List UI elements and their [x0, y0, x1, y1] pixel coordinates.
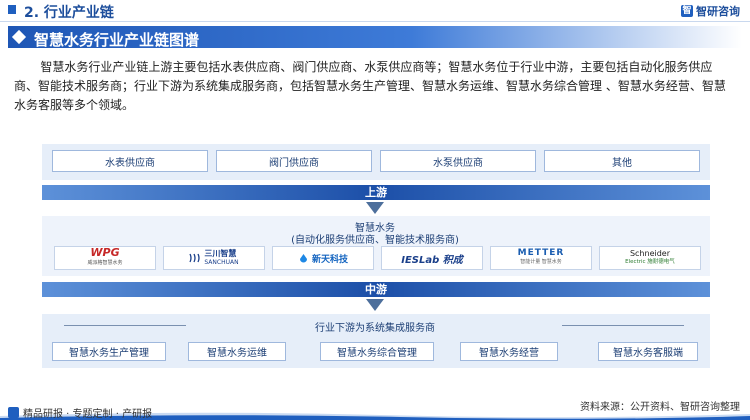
upstream-item-water-meter: 水表供应商 — [52, 150, 208, 172]
brand-logo: 智 智研咨询 — [681, 3, 740, 19]
midstream-subtitle: (自动化服务供应商、智能技术服务商) — [291, 235, 459, 246]
section-header: 2. 行业产业链 智 智研咨询 — [0, 0, 750, 22]
company-logo-ieslab: IESLab 积成 — [381, 246, 483, 270]
company-logo-metter: METTER 智能计量 智慧水务 — [490, 246, 592, 270]
downstream-title: 行业下游为系统集成服务商 — [315, 323, 435, 334]
downstream-item-integrated-mgmt: 智慧水务综合管理 — [320, 342, 434, 361]
sanchuan-logo-sub: SANCHUAN — [204, 259, 239, 266]
downstream-item-customer-service: 智慧水务客服端 — [598, 342, 698, 361]
xintian-drop-icon — [299, 253, 307, 262]
down-arrow-icon — [366, 202, 384, 214]
footer: 资料来源：公开资料、智研咨询整理 精品研报 · 专题定制 · 产研报 — [0, 396, 750, 420]
metter-logo-sub: 智能计量 智慧水务 — [520, 259, 562, 265]
upstream-item-pump: 水泵供应商 — [380, 150, 536, 172]
sanchuan-logo-text: 三川智慧 — [204, 249, 237, 258]
schneider-logo-text: Schneider — [629, 249, 671, 258]
sanchuan-wave-icon — [189, 253, 201, 263]
intro-paragraph: 智慧水务行业产业链上游主要包括水表供应商、阀门供应商、水泵供应商等；智慧水务位于… — [14, 60, 726, 112]
upstream-item-valve: 阀门供应商 — [216, 150, 372, 172]
section-marker — [8, 5, 16, 14]
xintian-logo-text: 新天科技 — [311, 254, 348, 265]
downstream-item-business: 智慧水务经营 — [460, 342, 558, 361]
diamond-icon — [11, 29, 27, 45]
wpg-logo-sub: 威派格智慧水务 — [87, 260, 123, 266]
schneider-logo-sub: Electric 施耐德电气 — [625, 259, 675, 265]
company-logo-wpg: WPG 威派格智慧水务 — [54, 246, 156, 270]
report-icon — [8, 407, 19, 418]
title-bar: 智慧水务行业产业链图谱 — [8, 26, 742, 49]
ieslab-logo-text: IESLab 积成 — [401, 254, 463, 266]
company-logo-schneider: Schneider Electric 施耐德电气 — [599, 246, 701, 270]
page-title: 智慧水务行业产业链图谱 — [34, 31, 200, 49]
company-logo-xintian: 新天科技 — [272, 246, 374, 270]
footer-tagline: 精品研报 · 专题定制 · 产研报 — [8, 405, 152, 420]
footer-tagline-text: 精品研报 · 专题定制 · 产研报 — [23, 409, 153, 420]
downstream-item-production: 智慧水务生产管理 — [52, 342, 166, 361]
down-arrow-icon-2 — [366, 299, 384, 311]
company-logo-sanchuan: 三川智慧 SANCHUAN — [163, 246, 265, 270]
wpg-logo-text: WPG — [90, 246, 120, 259]
metter-logo-text: METTER — [517, 248, 565, 258]
upstream-item-other: 其他 — [544, 150, 700, 172]
brand-logo-text: 智研咨询 — [696, 5, 740, 18]
upstream-band: 上游 — [42, 185, 710, 200]
downstream-item-operations: 智慧水务运维 — [188, 342, 286, 361]
brand-logo-icon: 智 — [681, 5, 693, 17]
section-title: 2. 行业产业链 — [24, 5, 114, 21]
midstream-band: 中游 — [42, 282, 710, 297]
